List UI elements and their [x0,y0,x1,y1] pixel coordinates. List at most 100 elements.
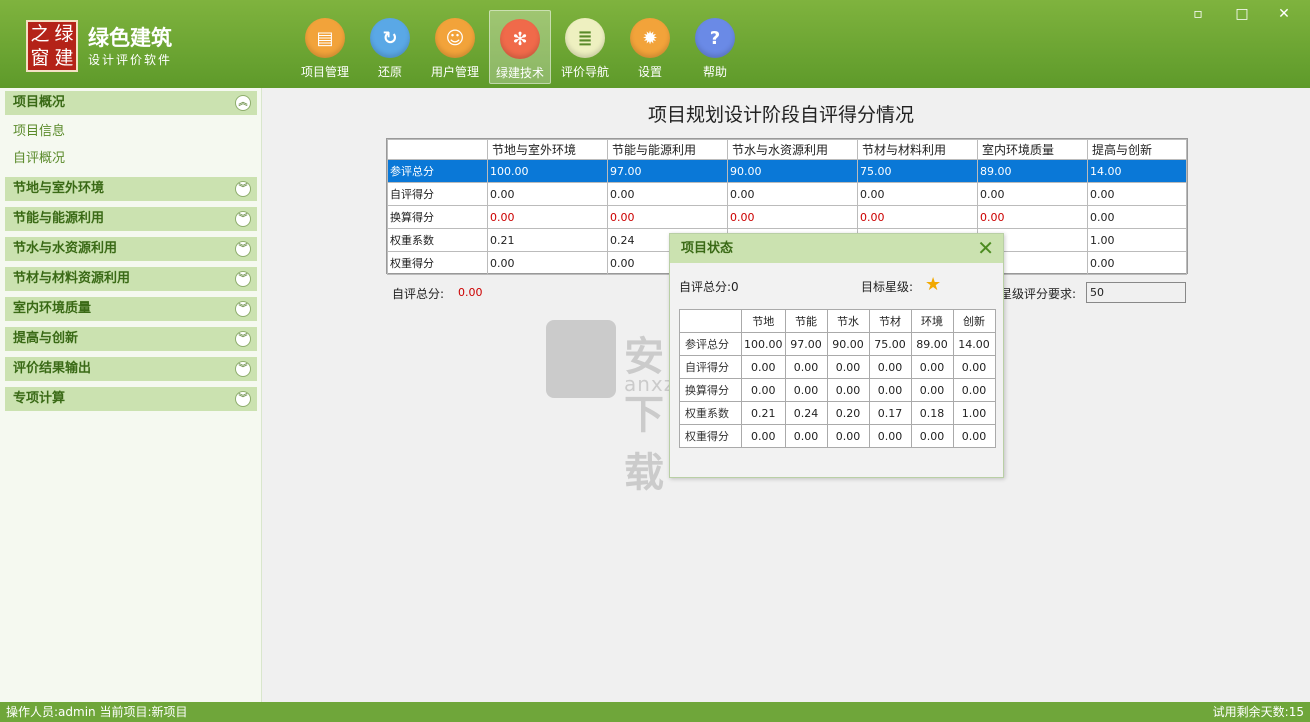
table-cell[interactable]: 0.00 [857,182,978,206]
table-cell[interactable]: 0.00 [857,205,978,229]
table-cell[interactable]: 75.00 [857,159,978,183]
chevron-down-icon[interactable]: ︾ [235,301,251,317]
table-cell[interactable]: 1.00 [1087,228,1187,252]
sidebar-group-land[interactable]: 节地与室外环境 ︾ [5,177,257,201]
chevron-down-icon[interactable]: ︾ [235,331,251,347]
row-label: 换算得分 [387,205,488,229]
table-row[interactable]: 自评得分 0.00 0.00 0.00 0.00 0.00 0.00 [387,182,1187,206]
column-header: 节材与材料利用 [857,139,978,160]
refresh-icon: ↻ [370,18,410,58]
table-cell[interactable]: 90.00 [727,159,858,183]
toolbar-label: 评价导航 [560,65,609,79]
table-cell: 0.00 [784,378,828,402]
table-cell[interactable]: 97.00 [607,159,728,183]
toolbar-project-button[interactable]: ▤ 项目管理 [294,10,356,84]
watermark-text: 安下载 [624,334,670,496]
sidebar-item-self-eval[interactable]: 自评概况 [13,147,65,166]
dialog-self-total: 自评总分:0 [679,278,739,295]
table-row[interactable]: 参评总分 100.00 97.00 90.00 75.00 89.00 14.0… [387,159,1187,183]
toolbar-tech-button[interactable]: ✻ 绿建技术 [489,10,551,84]
toolbar-users-button[interactable]: ☺ 用户管理 [424,10,486,84]
toolbar-restore-button[interactable]: ↻ 还原 [359,10,421,84]
chevron-down-icon[interactable]: ︾ [235,241,251,257]
close-button[interactable]: ✕ [1274,6,1294,22]
table-row[interactable]: 换算得分 0.00 0.00 0.00 0.00 0.00 0.00 [387,205,1187,229]
table-cell: 0.18 [910,401,954,425]
toolbar-settings-button[interactable]: ✹ 设置 [619,10,681,84]
minimize-button[interactable]: ▫ [1188,6,1208,22]
table-cell[interactable]: 0.00 [727,205,858,229]
table-cell: 0.00 [741,355,786,379]
maximize-button[interactable]: □ [1232,6,1252,22]
toolbar-label: 还原 [377,65,402,79]
toolbar-help-button[interactable]: ? 帮助 [684,10,746,84]
table-cell[interactable]: 14.00 [1087,159,1187,183]
sidebar-group-label: 节水与水资源利用 [13,241,118,256]
sidebar-group-material[interactable]: 节材与材料资源利用 ︾ [5,267,257,291]
self-total-label: 自评总分: [392,287,445,301]
sidebar-group-water[interactable]: 节水与水资源利用 ︾ [5,237,257,261]
status-bar: 操作人员:admin 当前项目:新项目 试用剩余天数:15 [0,702,1310,722]
toolbar-guide-button[interactable]: ≣ 评价导航 [554,10,616,84]
chevron-down-icon[interactable]: ︾ [235,271,251,287]
sidebar-group-label: 节能与能源利用 [13,211,105,226]
sidebar-group-label: 室内环境质量 [13,301,92,316]
book-icon: ≣ [565,18,605,58]
dialog-titlebar: 项目状态 ✕ [670,234,1003,263]
sidebar-group-innovation[interactable]: 提高与创新 ︾ [5,327,257,351]
chevron-up-icon[interactable]: ︽ [235,95,251,111]
chevron-down-icon[interactable]: ︾ [235,391,251,407]
column-header [387,139,488,160]
row-label: 权重得分 [387,251,488,275]
toolbar-label: 项目管理 [300,65,349,79]
chevron-down-icon[interactable]: ︾ [235,211,251,227]
sidebar-item-project-info[interactable]: 项目信息 [13,120,65,139]
chevron-down-icon[interactable]: ︾ [235,361,251,377]
table-cell[interactable]: 0.00 [487,205,608,229]
table-cell[interactable]: 0.00 [487,182,608,206]
folder-icon: ▤ [305,18,345,58]
sidebar-group-energy[interactable]: 节能与能源利用 ︾ [5,207,257,231]
table-cell: 0.24 [784,401,828,425]
table-cell[interactable]: 0.00 [487,251,608,275]
column-header: 创新 [952,309,996,333]
table-cell: 0.00 [868,424,912,448]
column-header [679,309,742,333]
table-cell[interactable]: 0.00 [977,205,1088,229]
sidebar-group-indoor[interactable]: 室内环境质量 ︾ [5,297,257,321]
table-cell[interactable]: 0.00 [1087,251,1187,275]
table-cell[interactable]: 0.00 [607,205,728,229]
table-cell: 0.00 [952,424,996,448]
table-cell[interactable]: 0.00 [607,182,728,206]
row-label: 权重系数 [387,228,488,252]
gear-icon: ✹ [630,18,670,58]
column-header: 节材 [868,309,912,333]
toolbar-label: 用户管理 [430,65,479,79]
row-label: 自评得分 [679,355,742,379]
sidebar-group-label: 提高与创新 [13,331,79,346]
sidebar-group-label: 项目概况 [13,95,66,110]
sidebar-group-special[interactable]: 专项计算 ︾ [5,387,257,411]
column-header: 室内环境质量 [977,139,1088,160]
self-total-value: 0.00 [458,286,483,299]
table-cell[interactable]: 0.00 [727,182,858,206]
table-cell[interactable]: 0.00 [1087,182,1187,206]
sidebar-group-overview[interactable]: 项目概况 ︽ [5,91,257,115]
column-header: 节地 [741,309,786,333]
table-cell[interactable]: 100.00 [487,159,608,183]
sidebar-group-output[interactable]: 评价结果输出 ︾ [5,357,257,381]
chevron-down-icon[interactable]: ︾ [235,181,251,197]
row-label: 参评总分 [679,332,742,356]
table-cell: 100.00 [741,332,786,356]
logo-char: 建 [54,47,74,69]
table-cell: 0.17 [868,401,912,425]
requirement-field[interactable]: 50 [1086,282,1186,303]
table-cell[interactable]: 0.21 [487,228,608,252]
table-cell[interactable]: 0.00 [977,182,1088,206]
table-row: 权重系数 0.21 0.24 0.20 0.17 0.18 1.00 [679,401,996,425]
table-row: 参评总分 100.00 97.00 90.00 75.00 89.00 14.0… [679,332,996,356]
table-cell[interactable]: 0.00 [1087,205,1187,229]
logo-char: 窗 [30,47,50,69]
table-cell[interactable]: 89.00 [977,159,1088,183]
close-icon[interactable]: ✕ [977,234,994,263]
